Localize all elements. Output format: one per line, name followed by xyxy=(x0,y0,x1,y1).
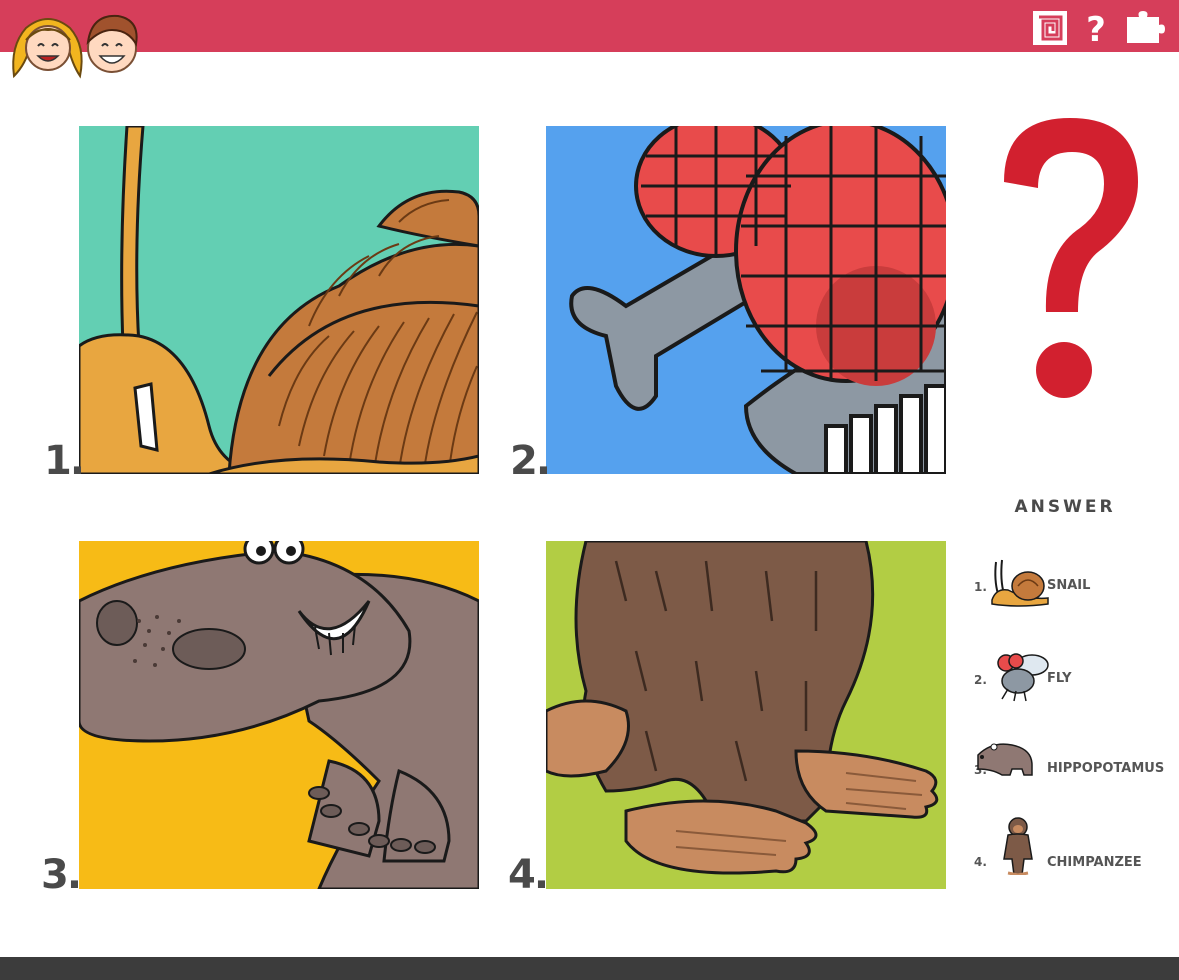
hippopotamus-icon xyxy=(977,743,1033,776)
answer-title: ANSWER xyxy=(1014,497,1116,517)
answer-number: 4. xyxy=(974,855,987,869)
answer-number: 1. xyxy=(974,580,987,594)
picture-panel-snail xyxy=(79,126,479,474)
snail-icon xyxy=(991,559,1049,607)
panel-number-4: 4. xyxy=(508,852,549,898)
fly-icon xyxy=(997,653,1049,702)
panel-number-1: 1. xyxy=(44,438,85,484)
answer-item-chimpanzee: 4. CHIMPANZEE xyxy=(972,815,1177,875)
answer-label: FLY xyxy=(1047,671,1072,686)
spiral-square-icon[interactable] xyxy=(1031,9,1069,47)
kids-faces-icon xyxy=(12,14,138,79)
question-mark-icon xyxy=(1004,118,1138,398)
picture-panel-hippopotamus xyxy=(79,541,479,889)
svg-text:?: ? xyxy=(1086,10,1106,47)
question-icon[interactable]: ? xyxy=(1077,9,1115,47)
chimpanzee-icon xyxy=(1003,817,1033,875)
answer-number: 2. xyxy=(974,673,987,687)
panel-number-3: 3. xyxy=(41,852,82,898)
header-bar xyxy=(0,0,1179,52)
answer-item-hippopotamus: 3. HIPPOPOTAMUS xyxy=(972,735,1177,795)
answer-label: HIPPOPOTAMUS xyxy=(1047,761,1165,776)
footer-bar xyxy=(0,957,1179,980)
puzzle-piece-icon[interactable] xyxy=(1123,9,1171,47)
picture-panel-fly xyxy=(546,126,946,474)
panel-number-2: 2. xyxy=(510,438,551,484)
answer-item-fly: 2. FLY xyxy=(972,645,1177,705)
answer-label: SNAIL xyxy=(1047,578,1091,593)
picture-panel-chimpanzee xyxy=(546,541,946,889)
header-icons: ? xyxy=(1031,8,1171,48)
answer-label: CHIMPANZEE xyxy=(1047,855,1142,870)
answer-item-snail: 1. SNAIL xyxy=(972,550,1177,610)
